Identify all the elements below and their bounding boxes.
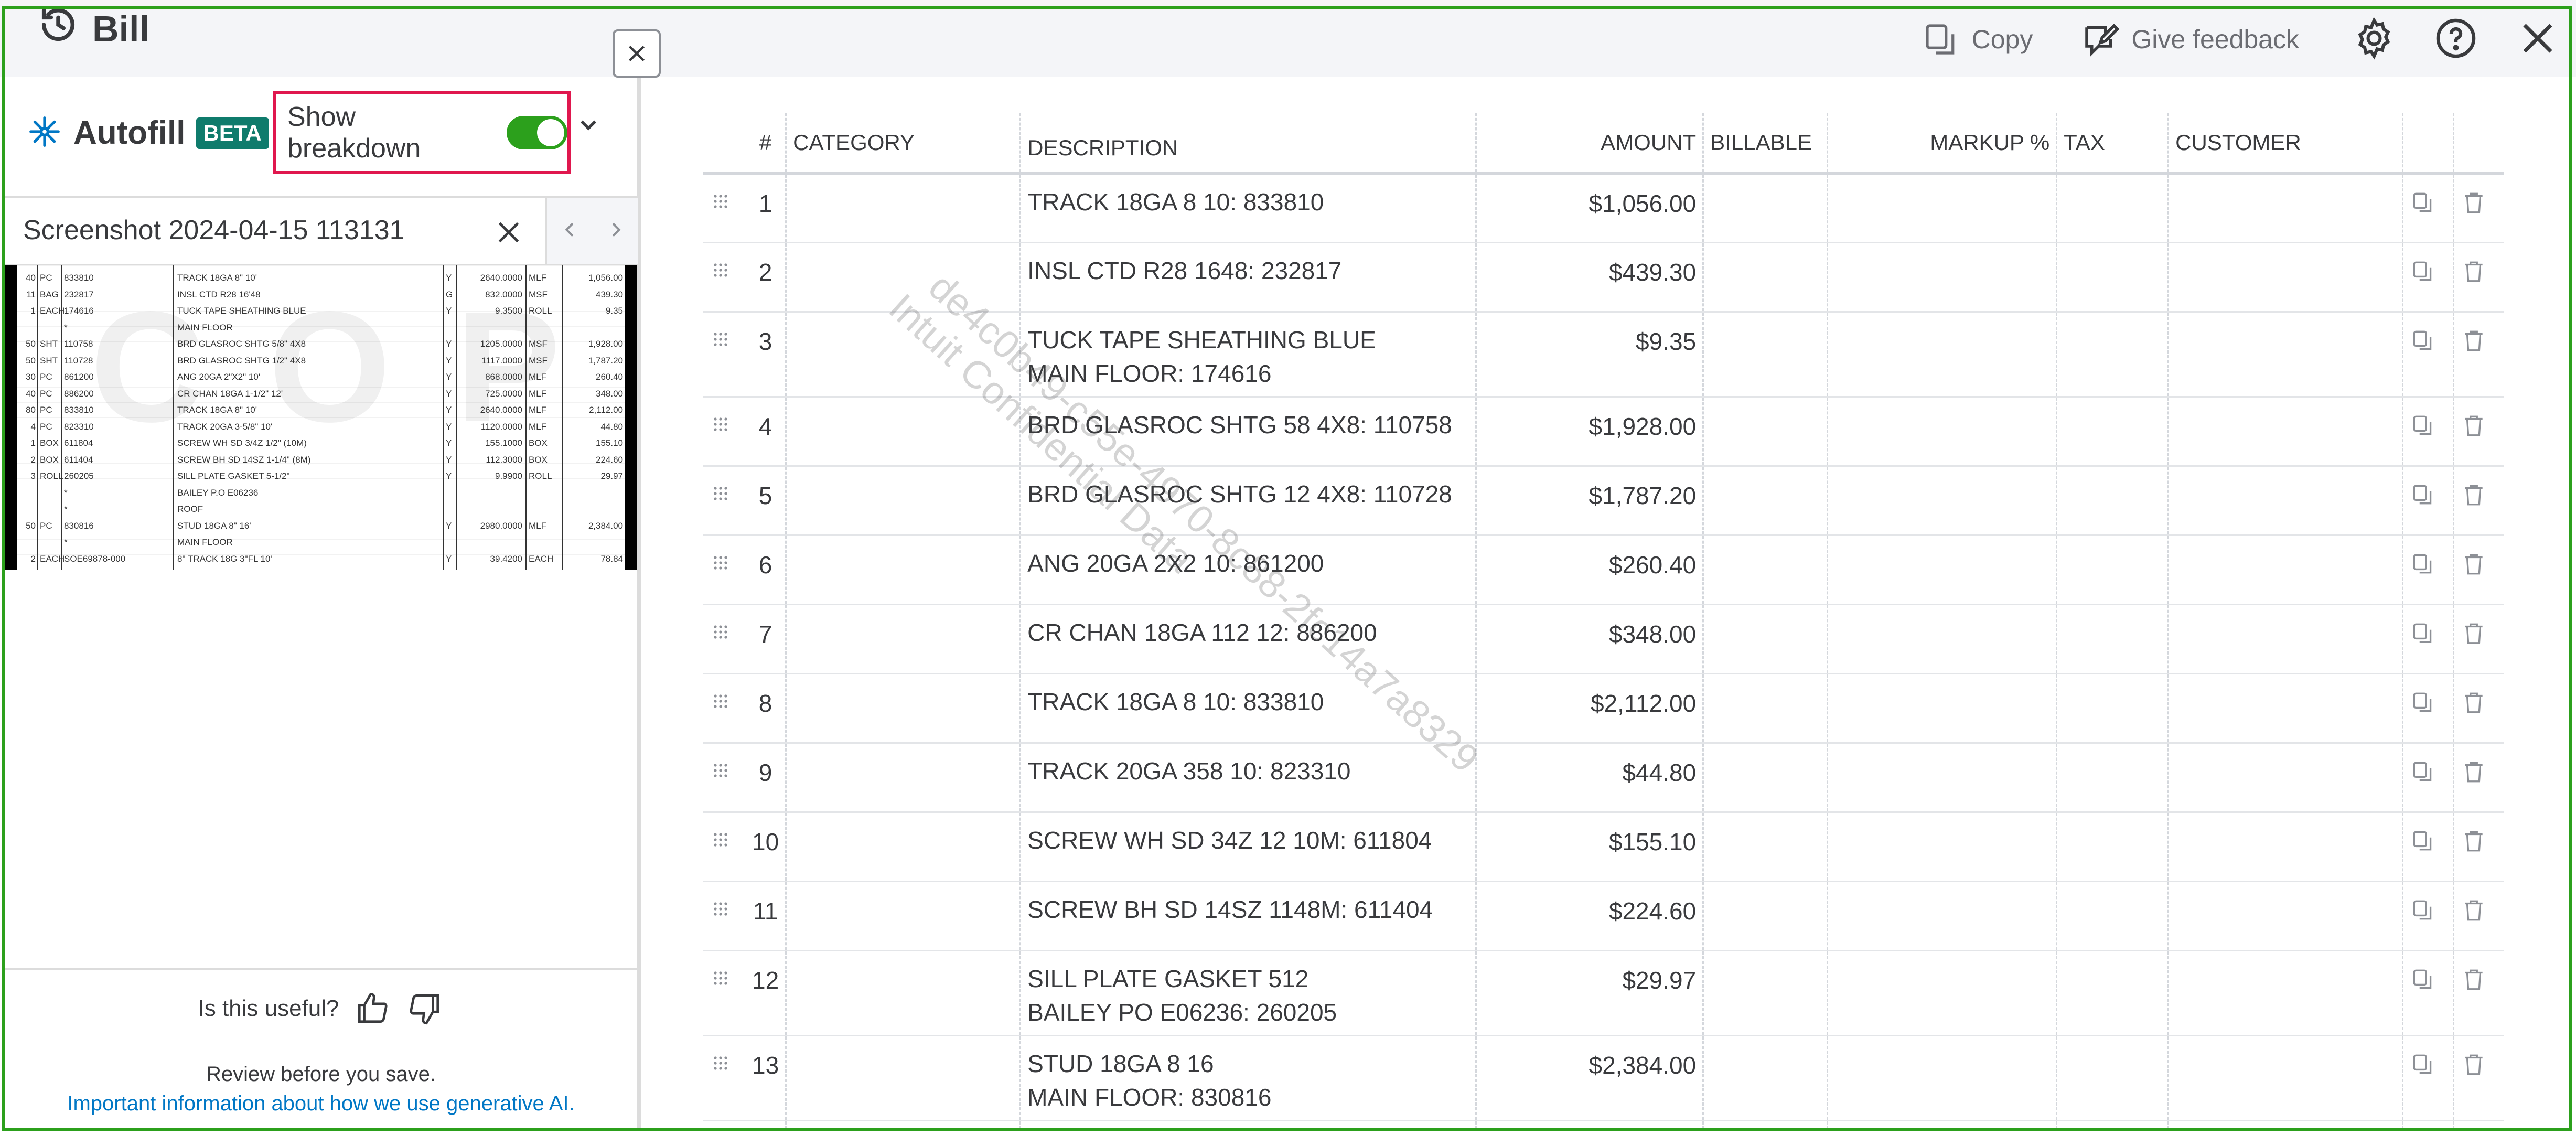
close-autofill-panel-button[interactable] — [613, 29, 661, 78]
focus-outline — [2, 6, 2572, 1131]
close-icon — [628, 45, 645, 62]
